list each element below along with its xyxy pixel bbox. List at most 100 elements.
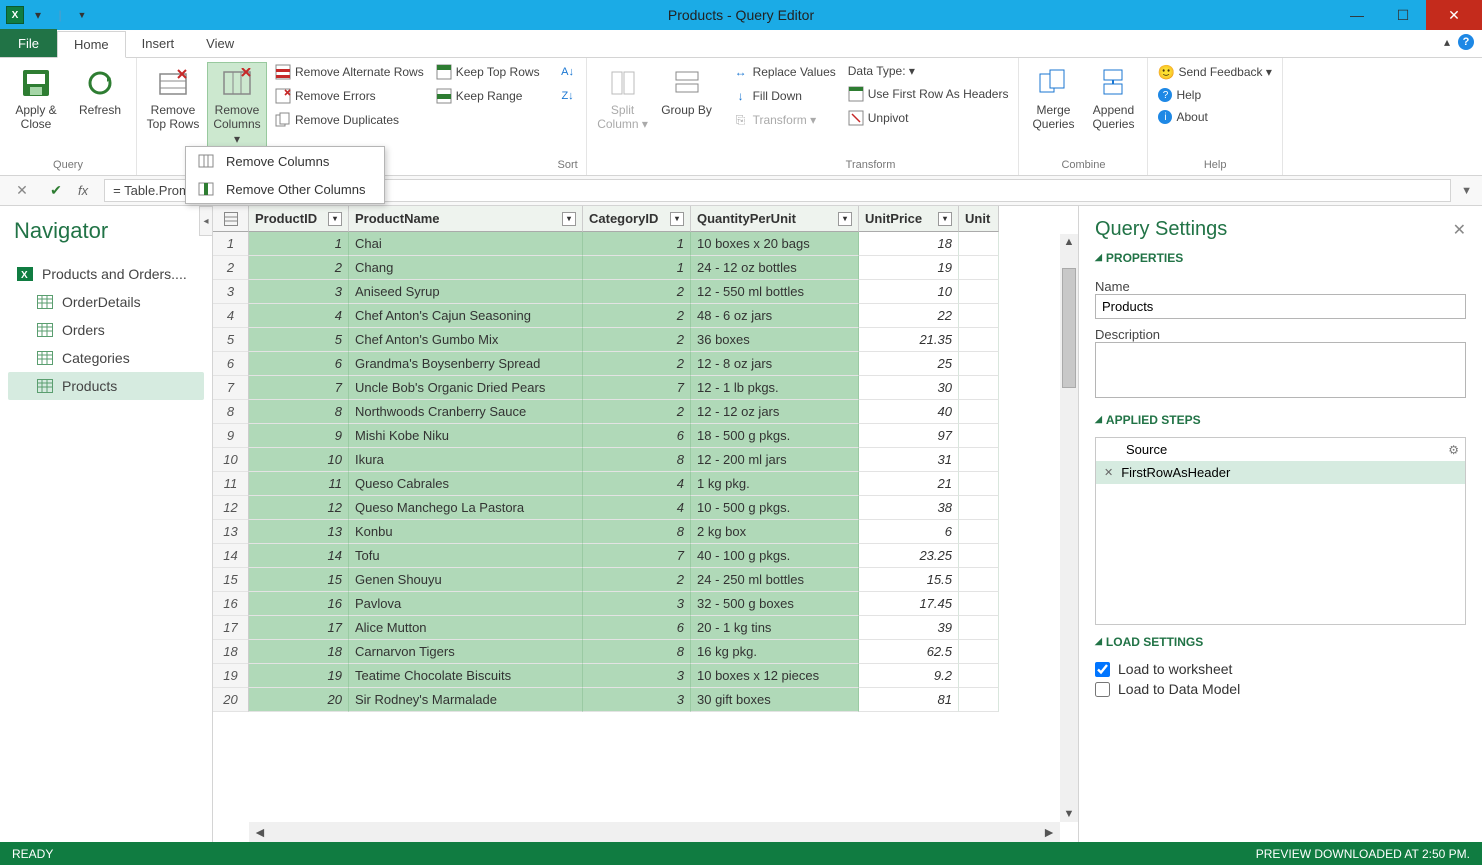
cell-categoryid[interactable]: 2: [583, 280, 691, 304]
cell-price[interactable]: 9.2: [859, 664, 959, 688]
cell-categoryid[interactable]: 2: [583, 400, 691, 424]
about-button[interactable]: i About: [1154, 108, 1275, 126]
cell-qty[interactable]: 24 - 12 oz bottles: [691, 256, 859, 280]
cell-productid[interactable]: 10: [249, 448, 349, 472]
row-header[interactable]: 14: [213, 544, 249, 568]
cell-price[interactable]: 19: [859, 256, 959, 280]
row-header[interactable]: 20: [213, 688, 249, 712]
description-input[interactable]: [1095, 342, 1466, 398]
settings-close-button[interactable]: ✕: [1453, 220, 1466, 240]
row-header[interactable]: 5: [213, 328, 249, 352]
cell-productname[interactable]: Teatime Chocolate Biscuits: [349, 664, 583, 688]
cell-price[interactable]: 38: [859, 496, 959, 520]
col-header-productname[interactable]: ProductName▾: [349, 206, 583, 232]
cell-price[interactable]: 10: [859, 280, 959, 304]
cell-qty[interactable]: 20 - 1 kg tins: [691, 616, 859, 640]
step-firstrow[interactable]: ✕ FirstRowAsHeader: [1096, 461, 1465, 484]
cell-unit[interactable]: [959, 568, 999, 592]
cell-categoryid[interactable]: 8: [583, 640, 691, 664]
load-settings-header[interactable]: LOAD SETTINGS: [1095, 635, 1466, 649]
tab-home[interactable]: Home: [57, 31, 126, 58]
cell-price[interactable]: 31: [859, 448, 959, 472]
properties-header[interactable]: PROPERTIES: [1095, 251, 1466, 265]
cell-productid[interactable]: 4: [249, 304, 349, 328]
cell-qty[interactable]: 1 kg pkg.: [691, 472, 859, 496]
cell-productname[interactable]: Tofu: [349, 544, 583, 568]
row-header[interactable]: 1: [213, 232, 249, 256]
cell-categoryid[interactable]: 8: [583, 448, 691, 472]
menu-remove-columns[interactable]: Remove Columns: [186, 147, 384, 175]
cell-productid[interactable]: 19: [249, 664, 349, 688]
filter-dropdown-icon[interactable]: ▾: [328, 212, 342, 226]
cell-categoryid[interactable]: 6: [583, 424, 691, 448]
filter-dropdown-icon[interactable]: ▾: [838, 212, 852, 226]
cell-productid[interactable]: 9: [249, 424, 349, 448]
vertical-scrollbar[interactable]: ▲ ▼: [1060, 234, 1078, 822]
cell-categoryid[interactable]: 2: [583, 304, 691, 328]
nav-item-orders[interactable]: Orders: [8, 316, 204, 344]
remove-top-rows-button[interactable]: Remove Top Rows: [143, 62, 203, 137]
cell-productid[interactable]: 12: [249, 496, 349, 520]
cell-price[interactable]: 22: [859, 304, 959, 328]
cell-unit[interactable]: [959, 520, 999, 544]
horizontal-scrollbar[interactable]: ◄ ►: [249, 822, 1060, 842]
cell-qty[interactable]: 12 - 550 ml bottles: [691, 280, 859, 304]
append-queries-button[interactable]: Append Queries: [1085, 62, 1141, 137]
cell-price[interactable]: 6: [859, 520, 959, 544]
cell-categoryid[interactable]: 7: [583, 376, 691, 400]
cell-unit[interactable]: [959, 304, 999, 328]
cell-productid[interactable]: 11: [249, 472, 349, 496]
cell-unit[interactable]: [959, 616, 999, 640]
keep-range-button[interactable]: Keep Range: [432, 86, 544, 106]
filter-dropdown-icon[interactable]: ▾: [938, 212, 952, 226]
cell-productname[interactable]: Queso Manchego La Pastora: [349, 496, 583, 520]
cell-price[interactable]: 18: [859, 232, 959, 256]
remove-alternate-rows-button[interactable]: Remove Alternate Rows: [271, 62, 428, 82]
sort-desc-button[interactable]: Z↓: [556, 86, 580, 106]
formula-accept-icon[interactable]: ✔: [44, 182, 68, 199]
cell-productid[interactable]: 5: [249, 328, 349, 352]
sort-asc-button[interactable]: A↓: [556, 62, 580, 82]
formula-cancel-icon[interactable]: ✕: [10, 182, 34, 199]
cell-price[interactable]: 81: [859, 688, 959, 712]
cell-qty[interactable]: 36 boxes: [691, 328, 859, 352]
cell-qty[interactable]: 40 - 100 g pkgs.: [691, 544, 859, 568]
row-header[interactable]: 13: [213, 520, 249, 544]
cell-categoryid[interactable]: 3: [583, 664, 691, 688]
keep-top-rows-button[interactable]: Keep Top Rows: [432, 62, 544, 82]
cell-categoryid[interactable]: 3: [583, 688, 691, 712]
cell-productid[interactable]: 18: [249, 640, 349, 664]
cell-qty[interactable]: 12 - 12 oz jars: [691, 400, 859, 424]
cell-productid[interactable]: 16: [249, 592, 349, 616]
cell-productname[interactable]: Uncle Bob's Organic Dried Pears: [349, 376, 583, 400]
send-feedback-button[interactable]: 🙂 Send Feedback ▾: [1154, 62, 1275, 82]
cell-productid[interactable]: 8: [249, 400, 349, 424]
cell-qty[interactable]: 10 boxes x 20 bags: [691, 232, 859, 256]
row-header[interactable]: 12: [213, 496, 249, 520]
cell-productname[interactable]: Konbu: [349, 520, 583, 544]
row-header[interactable]: 3: [213, 280, 249, 304]
cell-unit[interactable]: [959, 256, 999, 280]
cell-price[interactable]: 39: [859, 616, 959, 640]
cell-categoryid[interactable]: 8: [583, 520, 691, 544]
gear-icon[interactable]: ⚙: [1448, 443, 1459, 457]
menu-remove-other-columns[interactable]: Remove Other Columns: [186, 175, 384, 203]
row-header[interactable]: 10: [213, 448, 249, 472]
cell-productname[interactable]: Mishi Kobe Niku: [349, 424, 583, 448]
filter-dropdown-icon[interactable]: ▾: [562, 212, 576, 226]
cell-unit[interactable]: [959, 688, 999, 712]
cell-price[interactable]: 21.35: [859, 328, 959, 352]
fx-icon[interactable]: fx: [78, 183, 88, 198]
tab-file[interactable]: File: [0, 29, 57, 57]
cell-categoryid[interactable]: 1: [583, 232, 691, 256]
cell-qty[interactable]: 10 - 500 g pkgs.: [691, 496, 859, 520]
cell-price[interactable]: 17.45: [859, 592, 959, 616]
row-header[interactable]: 17: [213, 616, 249, 640]
qat-dropdown-icon[interactable]: ▼: [74, 7, 90, 23]
fill-down-button[interactable]: ↓ Fill Down: [729, 86, 840, 106]
cell-productid[interactable]: 6: [249, 352, 349, 376]
nav-item-products[interactable]: Products: [8, 372, 204, 400]
merge-queries-button[interactable]: Merge Queries: [1025, 62, 1081, 137]
cell-productname[interactable]: Alice Mutton: [349, 616, 583, 640]
row-header[interactable]: 6: [213, 352, 249, 376]
